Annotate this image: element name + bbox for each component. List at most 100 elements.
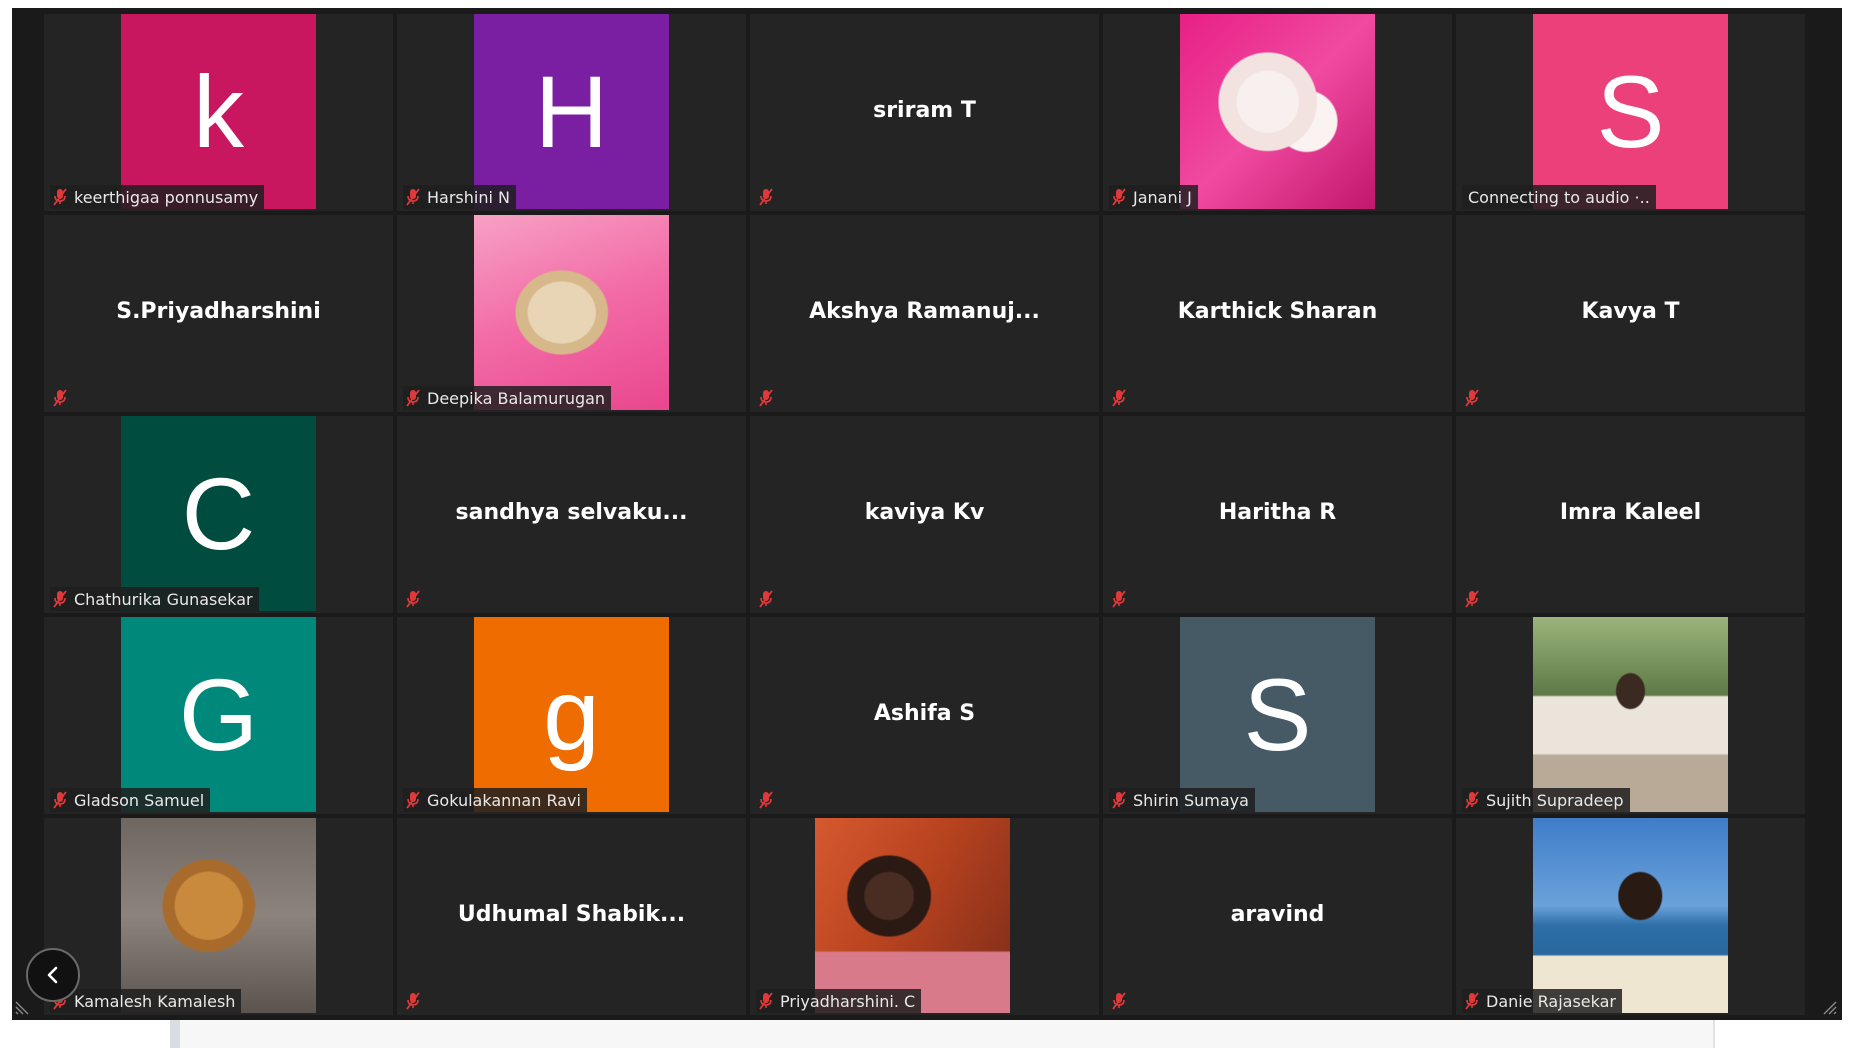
mic-muted-icon	[1465, 389, 1479, 407]
mic-muted-icon	[1465, 992, 1479, 1010]
chevron-left-icon	[47, 966, 58, 984]
avatar: g	[474, 617, 669, 812]
mic-muted-icon	[1465, 590, 1479, 608]
participant-name: Kamalesh Kamalesh	[74, 991, 236, 1011]
participant-tile[interactable]: Deepika Balamurugan	[397, 215, 746, 412]
mic-muted-icon	[759, 389, 773, 407]
participant-display-name: Haritha R	[1218, 500, 1337, 525]
participant-tile[interactable]: Karthick Sharan	[1103, 215, 1452, 412]
participant-display-name: Ashifa S	[873, 701, 976, 726]
mic-muted-icon	[759, 992, 773, 1010]
participant-name-label: Priyadharshini. C	[756, 989, 922, 1013]
participant-name: Danie Rajasekar	[1486, 991, 1617, 1011]
participant-name: Chathurika Gunasekar	[74, 589, 253, 609]
participant-name-label: Danie Rajasekar	[1462, 989, 1623, 1013]
teddy-bears-photo	[1180, 14, 1375, 209]
participant-status-label	[756, 587, 780, 611]
participant-name-label: Shirin Sumaya	[1109, 788, 1255, 812]
resize-grip-icon[interactable]	[1820, 998, 1838, 1016]
mic-muted-icon	[406, 188, 420, 206]
participant-tile[interactable]: k keerthigaa ponnusamy	[44, 14, 393, 211]
avatar: G	[121, 617, 316, 812]
avatar: k	[121, 14, 316, 209]
participant-name: Priyadharshini. C	[780, 991, 916, 1011]
participant-display-name: Akshya Ramanuj...	[809, 299, 1040, 324]
participant-tile[interactable]: Haritha R	[1103, 416, 1452, 613]
participant-tile[interactable]: H Harshini N	[397, 14, 746, 211]
participant-tile[interactable]: G Gladson Samuel	[44, 617, 393, 814]
participant-gallery: k keerthigaa ponnusamy H Harshini N srir…	[44, 14, 1805, 1015]
participant-display-name: Kavya T	[1581, 299, 1680, 324]
mic-muted-icon	[53, 791, 67, 809]
content-strip	[170, 1020, 1715, 1048]
participant-tile[interactable]: kaviya Kv	[750, 416, 1099, 613]
participant-status-label	[1462, 587, 1486, 611]
girl-photo	[815, 818, 1010, 1013]
mic-muted-icon	[759, 188, 773, 206]
boy-outdoor-photo	[1533, 617, 1728, 812]
participant-name: Deepika Balamurugan	[427, 388, 606, 408]
previous-page-button[interactable]	[26, 948, 80, 1002]
mic-muted-icon	[406, 590, 420, 608]
avatar: S	[1180, 617, 1375, 812]
participant-tile[interactable]: g Gokulakannan Ravi	[397, 617, 746, 814]
participant-tile[interactable]: aravind	[1103, 818, 1452, 1015]
participant-name: Gokulakannan Ravi	[427, 790, 581, 810]
participant-name: Gladson Samuel	[74, 790, 205, 810]
participant-name-label: Gladson Samuel	[50, 788, 211, 812]
participant-tile[interactable]: Kavya T	[1456, 215, 1805, 412]
boy-beach-photo	[1533, 818, 1728, 1013]
mic-muted-icon	[1112, 791, 1126, 809]
participant-name: keerthigaa ponnusamy	[74, 187, 259, 207]
participant-status-label	[403, 989, 427, 1013]
participant-tile[interactable]: S Shirin Sumaya	[1103, 617, 1452, 814]
participant-status-label	[756, 185, 780, 209]
participant-tile[interactable]: Akshya Ramanuj...	[750, 215, 1099, 412]
participant-name: Sujith Supradeep	[1486, 790, 1624, 810]
participant-name-label: Sujith Supradeep	[1462, 788, 1630, 812]
participant-name-label: Gokulakannan Ravi	[403, 788, 587, 812]
avatar: H	[474, 14, 669, 209]
participant-status-label	[1109, 386, 1133, 410]
participant-display-name: Imra Kaleel	[1559, 500, 1702, 525]
participant-tile[interactable]: C Chathurika Gunasekar	[44, 416, 393, 613]
participant-tile[interactable]: sandhya selvaku...	[397, 416, 746, 613]
participant-status-label	[1109, 587, 1133, 611]
participant-tile[interactable]: Ashifa S	[750, 617, 1099, 814]
participant-tile[interactable]: S.Priyadharshini	[44, 215, 393, 412]
participant-display-name: Karthick Sharan	[1177, 299, 1378, 324]
participant-tile[interactable]: Sujith Supradeep	[1456, 617, 1805, 814]
connecting-audio-label: Connecting to audio ·..	[1462, 185, 1656, 209]
participant-name: Shirin Sumaya	[1133, 790, 1249, 810]
participant-status-label	[1462, 386, 1486, 410]
participant-display-name: Udhumal Shabik...	[457, 902, 686, 927]
participant-name-label: keerthigaa ponnusamy	[50, 185, 265, 209]
mic-muted-icon	[406, 791, 420, 809]
resize-grip-icon[interactable]	[14, 998, 32, 1016]
avatar: C	[121, 416, 316, 611]
bottom-bar	[0, 1020, 1870, 1048]
participant-tile[interactable]: sriram T	[750, 14, 1099, 211]
participant-status-label	[1109, 989, 1133, 1013]
participant-name: Janani J	[1133, 187, 1192, 207]
participant-tile[interactable]: Danie Rajasekar	[1456, 818, 1805, 1015]
participant-name-label: Deepika Balamurugan	[403, 386, 612, 410]
mic-muted-icon	[1112, 389, 1126, 407]
participant-name-label: Chathurika Gunasekar	[50, 587, 259, 611]
mic-muted-icon	[53, 188, 67, 206]
participant-tile[interactable]: Janani J	[1103, 14, 1452, 211]
participant-tile[interactable]: Udhumal Shabik...	[397, 818, 746, 1015]
participant-status-label	[756, 788, 780, 812]
participant-status-label	[50, 386, 74, 410]
participant-name: Harshini N	[427, 187, 510, 207]
mic-muted-icon	[759, 791, 773, 809]
participant-tile[interactable]: Imra Kaleel	[1456, 416, 1805, 613]
participant-tile[interactable]: Priyadharshini. C	[750, 818, 1099, 1015]
participant-tile[interactable]: Kamalesh Kamalesh	[44, 818, 393, 1015]
participant-name-label: Kamalesh Kamalesh	[50, 989, 242, 1013]
participant-tile[interactable]: S Connecting to audio ·..	[1456, 14, 1805, 211]
participant-status-label	[403, 587, 427, 611]
participant-name-label: Janani J	[1109, 185, 1198, 209]
participant-name-label: Harshini N	[403, 185, 516, 209]
mic-muted-icon	[406, 992, 420, 1010]
